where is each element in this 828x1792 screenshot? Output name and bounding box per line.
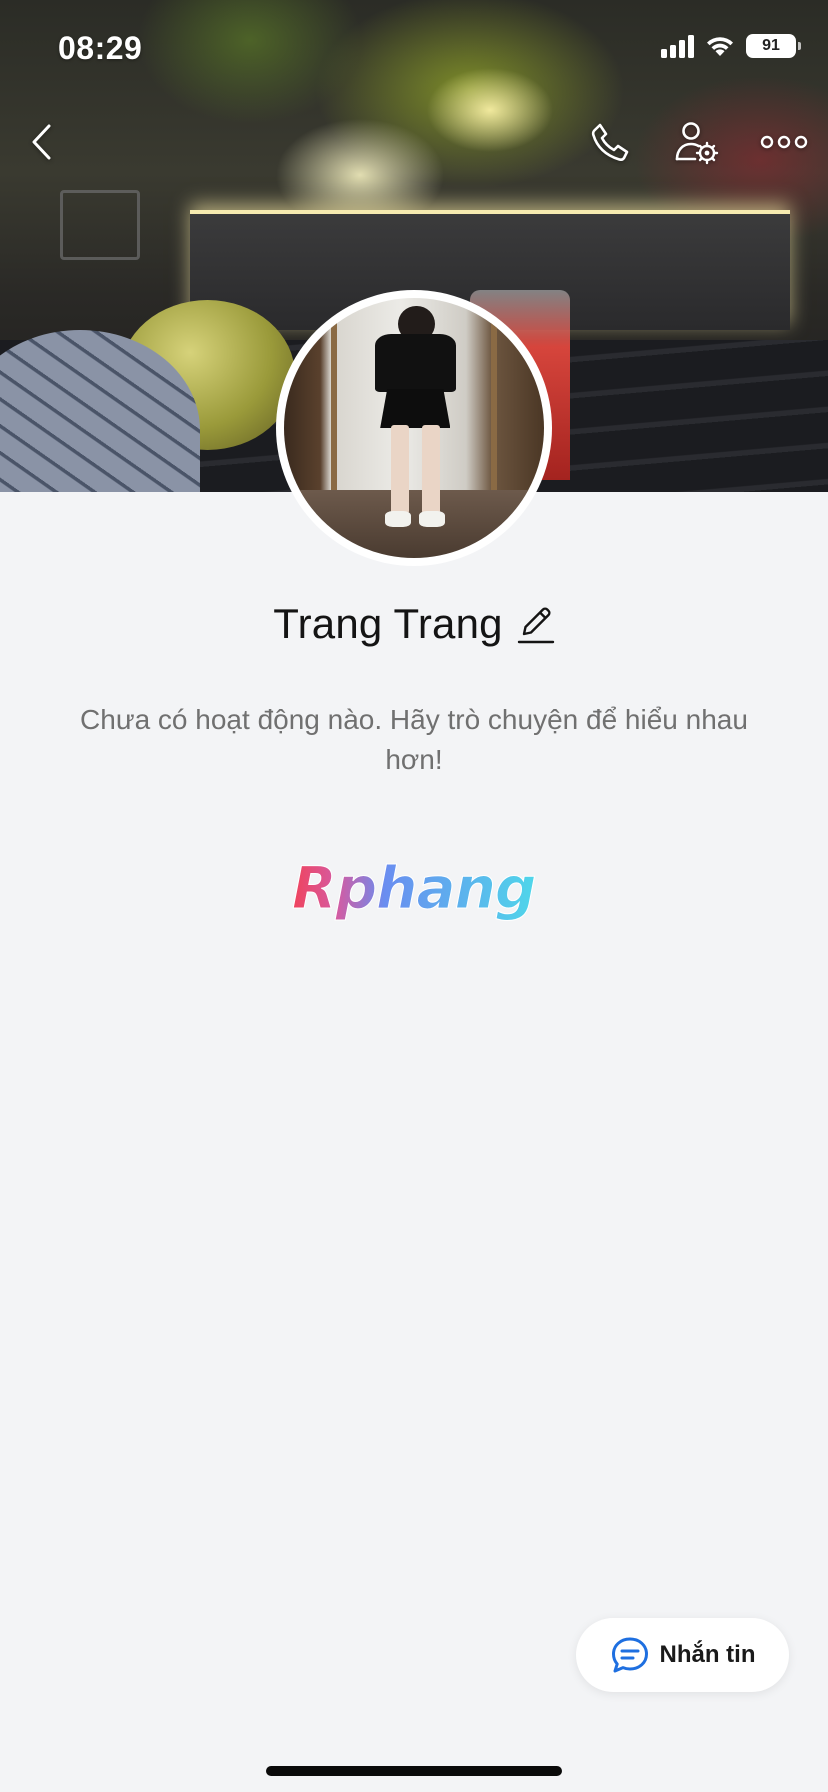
watermark-logo: Rphang — [286, 852, 546, 932]
home-indicator[interactable] — [266, 1766, 562, 1776]
wifi-icon — [707, 37, 733, 56]
battery-level: 91 — [762, 37, 780, 54]
back-button[interactable] — [12, 112, 72, 172]
avatar-floor — [284, 490, 544, 558]
call-button[interactable] — [580, 112, 640, 172]
cellular-signal-icon — [661, 34, 694, 58]
avatar-person-leg-right — [421, 425, 440, 514]
profile-name: Trang Trang — [273, 600, 503, 647]
avatar[interactable] — [276, 290, 552, 566]
chevron-left-icon — [32, 124, 51, 160]
avatar-person-skirt — [380, 389, 451, 428]
user-gear-icon — [675, 122, 719, 165]
status-icons: 91 — [661, 34, 801, 58]
status-time: 08:29 — [58, 30, 143, 66]
avatar-person-leg-left — [390, 425, 409, 514]
battery-icon: 91 — [746, 34, 801, 58]
edit-name-button[interactable] — [517, 603, 555, 645]
profile-name-row: Trang Trang — [0, 596, 828, 652]
empty-activity-message: Chưa có hoạt động nào. Hãy trò chuyện để… — [80, 704, 748, 775]
avatar-person-shoe-right — [419, 511, 446, 527]
more-dots-icon — [760, 135, 808, 149]
cover-photo-chair — [60, 190, 140, 260]
status-bar: 08:29 91 — [0, 0, 828, 100]
avatar-person-top — [375, 334, 456, 392]
avatar-image — [284, 298, 544, 558]
message-button[interactable]: Nhắn tin — [576, 1618, 789, 1692]
more-button[interactable] — [754, 112, 814, 172]
avatar-person-shoe-left — [385, 511, 412, 527]
friend-settings-button[interactable] — [666, 112, 726, 172]
phone-icon — [591, 123, 629, 161]
pencil-icon — [517, 607, 554, 644]
chat-bubble-icon — [611, 1637, 648, 1673]
profile-screen: 08:29 91 Trang Trang Chưa có hoạt động n… — [0, 0, 828, 1792]
message-button-label: Nhắn tin — [659, 1641, 756, 1668]
watermark-text: Rphang — [292, 854, 535, 922]
